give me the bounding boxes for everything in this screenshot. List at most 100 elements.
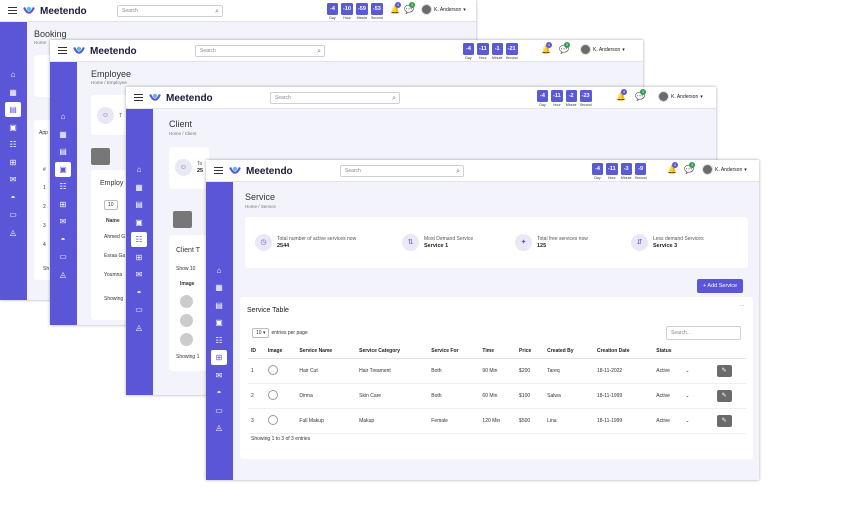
app-logo[interactable]: Meetendo <box>72 44 137 58</box>
crumb-home[interactable]: Home <box>245 204 257 209</box>
service-icon[interactable]: ⊞ <box>211 350 227 365</box>
chat-icon[interactable]: 💬 3 <box>684 162 695 174</box>
entries-select[interactable]: 10 ▾ <box>252 328 270 338</box>
entries-value[interactable]: 10 <box>190 266 196 272</box>
basket-icon[interactable]: ◓ <box>131 285 147 300</box>
edit-icon[interactable]: ✎ <box>716 365 732 377</box>
employee-icon[interactable]: ▣ <box>211 315 227 330</box>
employee-icon[interactable]: ▣ <box>131 215 147 230</box>
col-price[interactable]: Price <box>516 344 545 359</box>
users-icon[interactable]: ☷ <box>5 137 21 152</box>
search-input[interactable]: Search ⌕ <box>270 92 400 104</box>
user-menu[interactable]: K. Anderson ▾ <box>580 44 625 55</box>
timer-second: -23 <box>579 90 592 102</box>
bell-icon[interactable]: 🔔 4 <box>616 89 627 101</box>
bell-side-icon[interactable]: ◬ <box>5 225 21 240</box>
calendar-icon[interactable]: ▦ <box>5 85 21 100</box>
booking-icon[interactable]: ▤ <box>5 102 21 117</box>
app-logo[interactable]: Meetendo <box>148 91 213 105</box>
edit-icon[interactable]: ✎ <box>716 390 732 402</box>
more-options-icon[interactable]: ... <box>740 302 744 308</box>
employee-filter-button[interactable] <box>91 148 110 165</box>
chat-bubble-icon[interactable]: ✉ <box>131 267 147 282</box>
chevron-down-icon: ⌄ <box>685 393 690 399</box>
col-service-name[interactable]: Service Name <box>296 344 357 359</box>
monitor-icon[interactable]: ▭ <box>5 207 21 222</box>
home-icon[interactable]: ⌂ <box>55 109 71 124</box>
user-menu[interactable]: K. Anderson ▾ <box>421 4 466 15</box>
status-select[interactable]: Active ⌄ <box>653 358 714 384</box>
bell-icon[interactable]: 🔔 4 <box>541 42 552 54</box>
bell-icon[interactable]: 🔔 4 <box>667 162 678 174</box>
grid-icon[interactable]: ⊞ <box>55 197 71 212</box>
calendar-icon[interactable]: ▦ <box>131 180 147 195</box>
calendar-icon[interactable]: ▦ <box>55 127 71 142</box>
col-service-for[interactable]: Service For <box>428 344 480 359</box>
monitor-icon[interactable]: ▭ <box>55 249 71 264</box>
cell-category: Makup <box>356 408 429 434</box>
booking-icon[interactable]: ▤ <box>211 298 227 313</box>
home-icon[interactable]: ⌂ <box>5 67 21 82</box>
chat-bubble-icon[interactable]: ✉ <box>55 214 71 229</box>
basket-icon[interactable]: ◓ <box>211 385 227 400</box>
menu-icon[interactable] <box>214 167 223 174</box>
edit-icon[interactable]: ✎ <box>716 415 732 427</box>
col-creation-date[interactable]: Creation Date <box>593 344 654 359</box>
monitor-icon[interactable]: ▭ <box>211 403 227 418</box>
chat-icon[interactable]: 💬 3 <box>559 42 570 54</box>
home-icon[interactable]: ⌂ <box>211 263 227 278</box>
menu-icon[interactable] <box>134 94 143 101</box>
chat-bubble-icon[interactable]: ✉ <box>5 172 21 187</box>
basket-icon[interactable]: ◓ <box>55 232 71 247</box>
status-value: Active <box>656 368 670 374</box>
bell-side-icon[interactable]: ◬ <box>211 420 227 435</box>
grid-icon[interactable]: ⊞ <box>131 250 147 265</box>
crumb-sep: / <box>258 204 260 209</box>
col-time[interactable]: Time <box>479 344 517 359</box>
users-icon[interactable]: ☷ <box>55 179 71 194</box>
chat-icon[interactable]: 💬 3 <box>404 2 415 14</box>
employee-icon[interactable]: ▣ <box>55 162 71 177</box>
col-status[interactable]: Status <box>653 344 714 359</box>
chat-bubble-icon[interactable]: ✉ <box>211 368 227 383</box>
timer-minute-label: Minute <box>565 103 577 107</box>
table-search-input[interactable]: Search... <box>666 326 741 340</box>
stat-label: Less demand Services <box>653 236 704 242</box>
timer-hour-label: Hour <box>553 103 561 107</box>
crumb-home[interactable]: Home <box>169 131 181 136</box>
booking-icon[interactable]: ▤ <box>131 197 147 212</box>
home-icon[interactable]: ⌂ <box>131 162 147 177</box>
monitor-icon[interactable]: ▭ <box>131 302 147 317</box>
user-menu[interactable]: K. Anderson ▾ <box>702 164 747 175</box>
app-logo[interactable]: Meetendo <box>22 4 87 18</box>
client-icon[interactable]: ☷ <box>131 232 147 247</box>
app-logo[interactable]: Meetendo <box>228 164 293 178</box>
search-input[interactable]: Search ⌕ <box>195 45 325 57</box>
user-menu[interactable]: K. Anderson ▾ <box>658 91 703 102</box>
users-icon[interactable]: ☷ <box>211 333 227 348</box>
add-service-button[interactable]: + Add Service <box>697 279 744 293</box>
status-select[interactable]: Active ⌄ <box>653 408 714 434</box>
search-input[interactable]: Search ⌕ <box>340 165 464 177</box>
menu-icon[interactable] <box>8 7 17 14</box>
col-created-by[interactable]: Created By <box>544 344 594 359</box>
showing-text: Showing 1 <box>176 354 200 360</box>
chat-icon[interactable]: 💬 3 <box>635 89 646 101</box>
bell-side-icon[interactable]: ◬ <box>131 320 147 335</box>
bell-side-icon[interactable]: ◬ <box>55 267 71 282</box>
grid-icon[interactable]: ⊞ <box>5 155 21 170</box>
filter-button[interactable] <box>173 211 192 228</box>
bell-icon[interactable]: 🔔 4 <box>390 2 401 14</box>
col-image[interactable]: Image <box>264 344 297 359</box>
col-id[interactable]: ID <box>248 344 265 359</box>
basket-icon[interactable]: ◓ <box>5 190 21 205</box>
id-card-icon[interactable]: ▣ <box>5 120 21 135</box>
calendar-icon[interactable]: ▦ <box>211 280 227 295</box>
entries-select[interactable]: 10 <box>104 200 120 210</box>
col-service-category[interactable]: Service Category <box>356 344 429 359</box>
crumb-home[interactable]: Home <box>91 80 103 85</box>
status-select[interactable]: Active ⌄ <box>653 383 714 409</box>
search-input[interactable]: Search ⌕ <box>117 5 223 17</box>
menu-icon[interactable] <box>58 47 67 54</box>
booking-icon[interactable]: ▤ <box>55 144 71 159</box>
